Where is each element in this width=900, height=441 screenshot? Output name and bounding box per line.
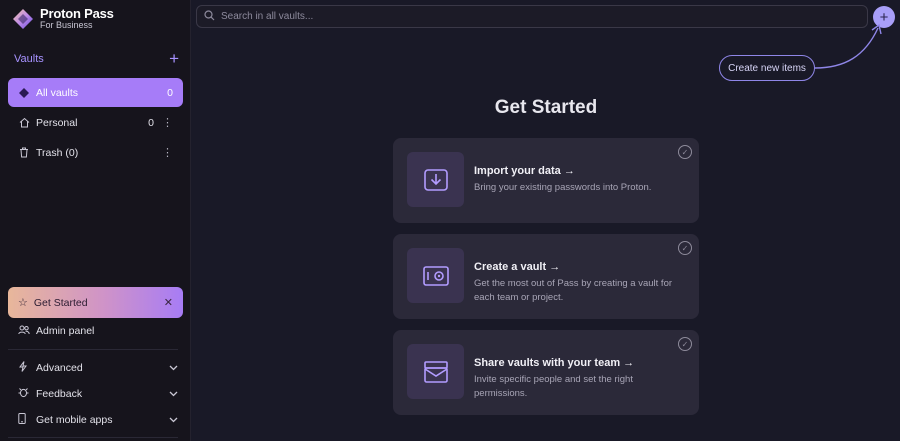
bolt-icon [18, 361, 30, 375]
brand-subtitle: For Business [40, 20, 93, 30]
sidebar-item-label: Personal [36, 116, 78, 129]
brand-name: Proton Pass [40, 6, 114, 21]
sidebar-item-advanced[interactable]: Advanced [18, 358, 178, 378]
close-icon[interactable]: ✕ [164, 296, 173, 309]
mobile-icon [18, 413, 30, 427]
vault-count: 0 [167, 86, 173, 99]
more-options-icon[interactable]: ⋮ [162, 146, 173, 159]
card-description: Invite specific people and set the right… [474, 374, 633, 399]
share-envelope-icon [407, 344, 464, 399]
search-input[interactable] [221, 11, 860, 22]
vault-diamond-icon [18, 87, 30, 99]
sidebar-item-label: All vaults [36, 86, 79, 99]
sidebar-item-all-vaults[interactable]: All vaults 0 [8, 78, 183, 107]
star-icon: ☆ [18, 297, 28, 309]
vault-icon [407, 248, 464, 303]
card-import-data[interactable]: Import your data → Bring your existing p… [393, 138, 699, 223]
get-mobile-apps-label: Get mobile apps [36, 414, 113, 426]
house-icon [18, 117, 30, 129]
chevron-down-icon [169, 415, 178, 426]
hint-arrow-icon [814, 23, 882, 69]
card-description: Bring your existing passwords into Proto… [474, 182, 652, 193]
proton-pass-logo-icon [13, 9, 33, 29]
trash-icon [18, 147, 30, 159]
card-create-vault[interactable]: Create a vault → Get the most out of Pas… [393, 234, 699, 319]
chevron-down-icon [169, 363, 178, 374]
sidebar-item-personal[interactable]: Personal 0 ⋮ [8, 108, 183, 137]
chevron-down-icon [169, 389, 178, 400]
sidebar-item-feedback[interactable]: Feedback [18, 384, 178, 404]
advanced-label: Advanced [36, 362, 83, 374]
admin-panel-label: Admin panel [36, 325, 95, 337]
sidebar: Proton Pass For Business Vaults + All va… [0, 0, 191, 441]
check-circle-icon: ✓ [678, 337, 692, 351]
sidebar-item-trash[interactable]: Trash (0) ⋮ [8, 138, 183, 167]
vaults-title: Vaults [14, 53, 44, 65]
search-bar[interactable] [196, 5, 868, 28]
get-started-label: Get Started [33, 296, 88, 309]
sidebar-item-admin-panel[interactable]: Admin panel [18, 321, 178, 341]
card-title: Create a vault → [474, 261, 561, 273]
card-description: Get the most out of Pass by creating a v… [474, 278, 673, 303]
card-title: Share vaults with your team → [474, 357, 635, 369]
divider [8, 437, 178, 438]
vault-count: 0 [148, 116, 154, 129]
sidebar-item-get-mobile-apps[interactable]: Get mobile apps [18, 410, 178, 430]
feedback-label: Feedback [36, 388, 83, 400]
bug-icon [18, 387, 30, 401]
card-share-vaults[interactable]: Share vaults with your team → Invite spe… [393, 330, 699, 415]
check-circle-icon: ✓ [678, 241, 692, 255]
create-new-items-hint: Create new items [719, 55, 815, 81]
brand[interactable]: Proton Pass For Business [12, 6, 114, 30]
page-title: Get Started [494, 97, 598, 118]
check-circle-icon: ✓ [678, 145, 692, 159]
vaults-header: Vaults + [14, 50, 179, 67]
add-vault-button[interactable]: + [169, 50, 179, 67]
search-icon [204, 8, 215, 26]
divider [8, 349, 178, 350]
card-title: Import your data → [474, 165, 575, 177]
sidebar-item-get-started[interactable]: ☆ Get Started ✕ [8, 287, 183, 318]
import-icon [407, 152, 464, 207]
users-icon [18, 325, 30, 338]
sidebar-item-label: Trash (0) [36, 146, 79, 159]
more-options-icon[interactable]: ⋮ [162, 116, 173, 129]
